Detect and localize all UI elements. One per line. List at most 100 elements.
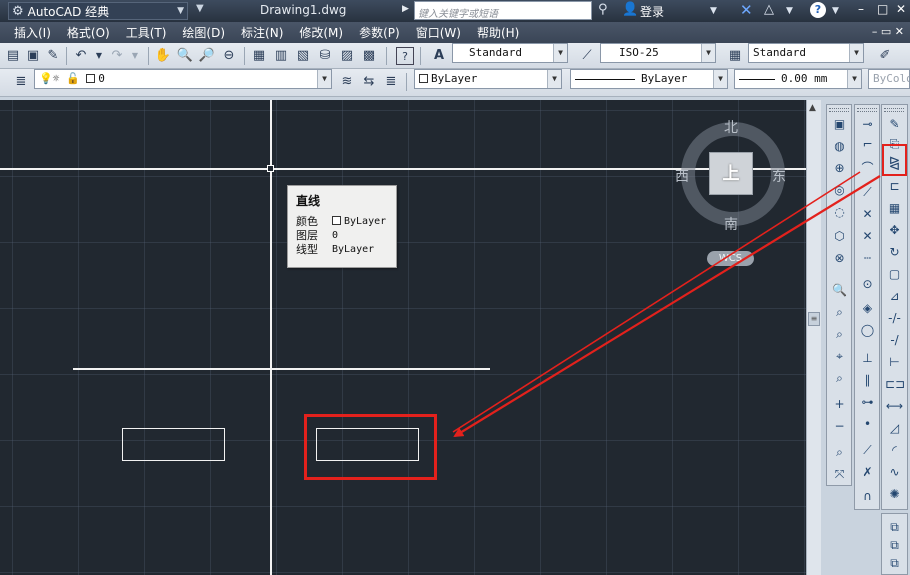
menu-tools[interactable]: 工具(T) <box>118 24 175 41</box>
zoom-in-icon[interactable]: + <box>830 395 849 414</box>
snap-intersection-icon[interactable]: ✕ <box>858 227 877 246</box>
toolbar-grip[interactable] <box>884 108 904 112</box>
parallel-icon[interactable]: ∥ <box>858 371 877 390</box>
chevron-down-icon[interactable]: ▼ <box>786 6 793 16</box>
plot-preview-icon[interactable]: ▣ <box>24 47 42 65</box>
dimension-linear-icon[interactable]: ⊸ <box>858 115 877 134</box>
target-icon[interactable]: ◈ <box>858 299 877 318</box>
workspace-switcher[interactable]: ⚙ AutoCAD 经典 ▼ <box>8 2 188 20</box>
menu-draw[interactable]: 绘图(D) <box>174 24 233 41</box>
zoom-scale-icon[interactable]: ⌕ <box>830 325 849 344</box>
zoom-realtime-icon[interactable]: 🔍 <box>176 47 194 65</box>
node-icon[interactable]: • <box>858 415 877 434</box>
chevron-down-icon[interactable]: ▼ <box>90 47 108 65</box>
dimension-aligned-icon[interactable]: ⌐ <box>858 135 877 154</box>
join-icon[interactable]: ⟷ <box>885 397 904 416</box>
blend-curves-icon[interactable]: ∿ <box>885 463 904 482</box>
break-icon[interactable]: ⊏⊐ <box>885 375 905 394</box>
stack-icon[interactable]: ⧉ <box>885 554 904 573</box>
trim-icon[interactable]: -/- <box>885 309 904 328</box>
lineweight-select[interactable]: 0.00 mm ▼ <box>734 69 862 89</box>
layer-properties-icon[interactable]: ≣ <box>12 73 30 91</box>
globe-icon[interactable]: ◎ <box>830 181 849 200</box>
doc-window-controls[interactable]: – ▭ ✕ <box>872 25 904 38</box>
compass-north-label[interactable]: 北 <box>724 117 738 137</box>
chevron-down-icon[interactable]: ▼ <box>710 6 717 16</box>
dim-style-icon[interactable]: ⟋ <box>578 47 596 65</box>
zoom-all-icon[interactable]: ⌕ <box>830 443 849 462</box>
design-center-icon[interactable]: ▥ <box>272 47 290 65</box>
undo-icon[interactable]: ↶ <box>72 47 90 65</box>
menu-window[interactable]: 窗口(W) <box>408 24 469 41</box>
quick-access-dropdown-icon[interactable]: ▼ <box>196 3 204 14</box>
scale-icon[interactable]: ▢ <box>885 265 904 284</box>
explode-icon[interactable]: ✺ <box>885 485 904 504</box>
tool-palettes-icon[interactable]: ▧ <box>294 47 312 65</box>
line-horizontal-middle[interactable] <box>73 368 490 370</box>
dashed-line-icon[interactable]: ┄ <box>858 249 877 268</box>
layer-select[interactable]: 💡☼ 🔓 0 ▼ <box>34 69 332 89</box>
plotstyle-select[interactable]: ByColor <box>868 69 910 89</box>
extend-icon[interactable]: -/ <box>885 331 904 350</box>
array-icon[interactable]: ▦ <box>885 199 904 218</box>
stack-icon[interactable]: ⧉ <box>885 518 904 537</box>
binoculars-icon[interactable]: ⚲ <box>598 2 608 17</box>
chevron-right-icon[interactable]: ▶ <box>402 4 409 14</box>
redo-icon[interactable]: ↷ <box>108 47 126 65</box>
calculator-icon[interactable]: ▩ <box>360 47 378 65</box>
sheet-set-icon[interactable]: ⛁ <box>316 47 334 65</box>
scroll-up-icon[interactable]: ▲ <box>809 103 816 113</box>
delete-view-icon[interactable]: ⊗ <box>830 249 849 268</box>
markup-icon[interactable]: ▨ <box>338 47 356 65</box>
rectangle-left[interactable] <box>122 428 225 461</box>
insert-icon[interactable]: ⊶ <box>858 393 877 412</box>
globe-edit-icon[interactable]: ◌ <box>830 203 849 222</box>
login-link[interactable]: 登录 <box>640 3 664 20</box>
menu-format[interactable]: 格式(O) <box>59 24 118 41</box>
tangent-icon[interactable]: ◯ <box>858 321 877 340</box>
vertical-scrollbar[interactable]: ▲ ≡ <box>806 100 821 575</box>
color-select[interactable]: ByLayer ▼ <box>414 69 562 89</box>
chamfer-icon[interactable]: ◿ <box>885 419 904 438</box>
erase-icon[interactable]: ✎ <box>885 115 904 134</box>
offset-icon[interactable]: ⊏ <box>885 177 904 196</box>
drawing-canvas[interactable]: 直线 颜色 ByLayer 图层 0 线型 ByLayer 上 北 南 东 西 … <box>0 100 806 575</box>
zoom-out-icon[interactable]: − <box>830 417 849 436</box>
zoom-center-icon[interactable]: ⌖ <box>830 347 849 366</box>
menu-dimension[interactable]: 标注(N) <box>233 24 291 41</box>
sphere-add-icon[interactable]: ⊕ <box>830 159 849 178</box>
toolbar-grip[interactable] <box>857 108 877 112</box>
table-style-icon[interactable]: ▦ <box>726 47 744 65</box>
help-icon[interactable]: ? <box>396 47 414 65</box>
exchange-icon[interactable]: ✕ <box>740 1 753 19</box>
text-style-icon[interactable]: A <box>430 47 448 65</box>
none-snap-icon[interactable]: ✗ <box>858 463 877 482</box>
compass-south-label[interactable]: 南 <box>724 214 738 234</box>
zoom-window-icon[interactable]: 🔍 <box>830 281 849 300</box>
chevron-down-icon[interactable]: ▼ <box>126 47 144 65</box>
arc-length-icon[interactable]: ⌒ <box>858 159 877 178</box>
fillet-icon[interactable]: ◜ <box>885 441 904 460</box>
menu-modify[interactable]: 修改(M) <box>291 24 351 41</box>
text-style-select[interactable]: Standard ▼ <box>452 43 568 63</box>
close-icon[interactable]: ✕ <box>896 2 906 16</box>
make-current-icon[interactable]: ≋ <box>338 73 356 91</box>
cube-icon[interactable]: ⬡ <box>830 227 849 246</box>
minimize-icon[interactable]: – <box>858 2 864 16</box>
linetype-select[interactable]: ByLayer ▼ <box>570 69 728 89</box>
intersection-icon[interactable]: ✕ <box>858 205 877 224</box>
nearest-icon[interactable]: ⟋ <box>858 441 877 460</box>
move-icon[interactable]: ✥ <box>885 221 904 240</box>
circle-center-icon[interactable]: ⊙ <box>858 275 877 294</box>
rotate-icon[interactable]: ↻ <box>885 243 904 262</box>
zoom-dynamic-icon[interactable]: ⌕ <box>830 303 849 322</box>
grip-point[interactable] <box>267 165 274 172</box>
sphere-icon[interactable]: ◍ <box>830 137 849 156</box>
compass-east-label[interactable]: 东 <box>772 166 786 186</box>
maximize-icon[interactable]: □ <box>877 2 888 16</box>
perpendicular-icon[interactable]: ⊥ <box>858 349 877 368</box>
break-at-point-icon[interactable]: ⊢ <box>885 353 904 372</box>
a360-icon[interactable]: △ <box>764 2 774 17</box>
box-icon[interactable]: ▣ <box>830 115 849 134</box>
scroll-thumb[interactable]: ≡ <box>808 312 820 326</box>
